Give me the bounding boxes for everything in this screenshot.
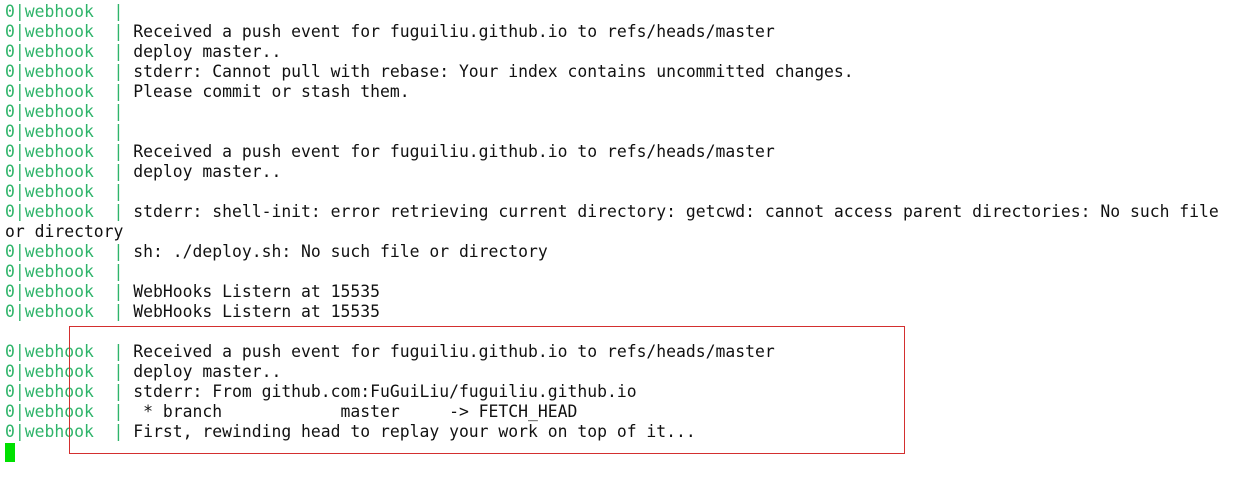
terminal-line: 0|webhook | WebHooks Listern at 15535: [5, 282, 1254, 302]
separator: |: [103, 22, 134, 41]
log-message: deploy master..: [133, 42, 282, 61]
process-prefix: 0|webhook: [5, 102, 104, 121]
terminal-line: 0|webhook | Received a push event for fu…: [5, 142, 1254, 162]
separator: |: [103, 302, 134, 321]
process-prefix: 0|webhook: [5, 122, 104, 141]
terminal-line: 0|webhook | stderr: Cannot pull with reb…: [5, 62, 1254, 82]
terminal-line: 0|webhook |: [5, 2, 1254, 22]
terminal-line: 0|webhook | sh: ./deploy.sh: No such fil…: [5, 242, 1254, 262]
log-message: WebHooks Listern at 15535: [133, 302, 380, 321]
log-message: or directory: [5, 222, 124, 241]
separator: |: [103, 162, 134, 181]
process-prefix: 0|webhook: [5, 2, 104, 21]
terminal-line: 0|webhook | WebHooks Listern at 15535: [5, 302, 1254, 322]
log-message: stderr: Cannot pull with rebase: Your in…: [133, 62, 854, 81]
terminal-line: 0|webhook | deploy master..: [5, 42, 1254, 62]
log-message: WebHooks Listern at 15535: [133, 282, 380, 301]
process-prefix: 0|webhook: [5, 82, 104, 101]
terminal-line: 0|webhook | stderr: shell-init: error re…: [5, 202, 1254, 222]
terminal-line: 0|webhook |: [5, 102, 1254, 122]
separator: |: [103, 202, 134, 221]
log-message: Please commit or stash them.: [133, 82, 410, 101]
process-prefix: 0|webhook: [5, 302, 104, 321]
terminal-line: 0|webhook | Received a push event for fu…: [5, 22, 1254, 42]
terminal-line: or directory: [5, 222, 1254, 242]
separator: |: [103, 142, 134, 161]
separator: |: [103, 122, 134, 141]
separator: |: [103, 42, 134, 61]
log-message: stderr: shell-init: error retrieving cur…: [133, 202, 1219, 221]
separator: |: [103, 262, 134, 281]
log-message: Received a push event for fuguiliu.githu…: [133, 142, 775, 161]
log-message: sh: ./deploy.sh: No such file or directo…: [133, 242, 548, 261]
terminal-line: 0|webhook |: [5, 182, 1254, 202]
process-prefix: 0|webhook: [5, 242, 104, 261]
terminal-cursor: [5, 443, 15, 462]
log-message: Received a push event for fuguiliu.githu…: [133, 22, 775, 41]
process-prefix: 0|webhook: [5, 262, 104, 281]
terminal-line: 0|webhook | deploy master..: [5, 162, 1254, 182]
terminal-line: 0|webhook | Please commit or stash them.: [5, 82, 1254, 102]
process-prefix: 0|webhook: [5, 22, 104, 41]
separator: |: [103, 102, 134, 121]
process-prefix: 0|webhook: [5, 202, 104, 221]
process-prefix: 0|webhook: [5, 162, 104, 181]
separator: |: [103, 62, 134, 81]
terminal-line: 0|webhook |: [5, 122, 1254, 142]
process-prefix: 0|webhook: [5, 42, 104, 61]
separator: |: [103, 242, 134, 261]
process-prefix: 0|webhook: [5, 282, 104, 301]
separator: |: [103, 2, 134, 21]
log-message: deploy master..: [133, 162, 282, 181]
terminal-line: 0|webhook |: [5, 262, 1254, 282]
process-prefix: 0|webhook: [5, 62, 104, 81]
separator: |: [103, 182, 134, 201]
process-prefix: 0|webhook: [5, 142, 104, 161]
separator: |: [103, 282, 134, 301]
process-prefix: 0|webhook: [5, 182, 104, 201]
highlight-box: [69, 326, 905, 454]
separator: |: [103, 82, 134, 101]
